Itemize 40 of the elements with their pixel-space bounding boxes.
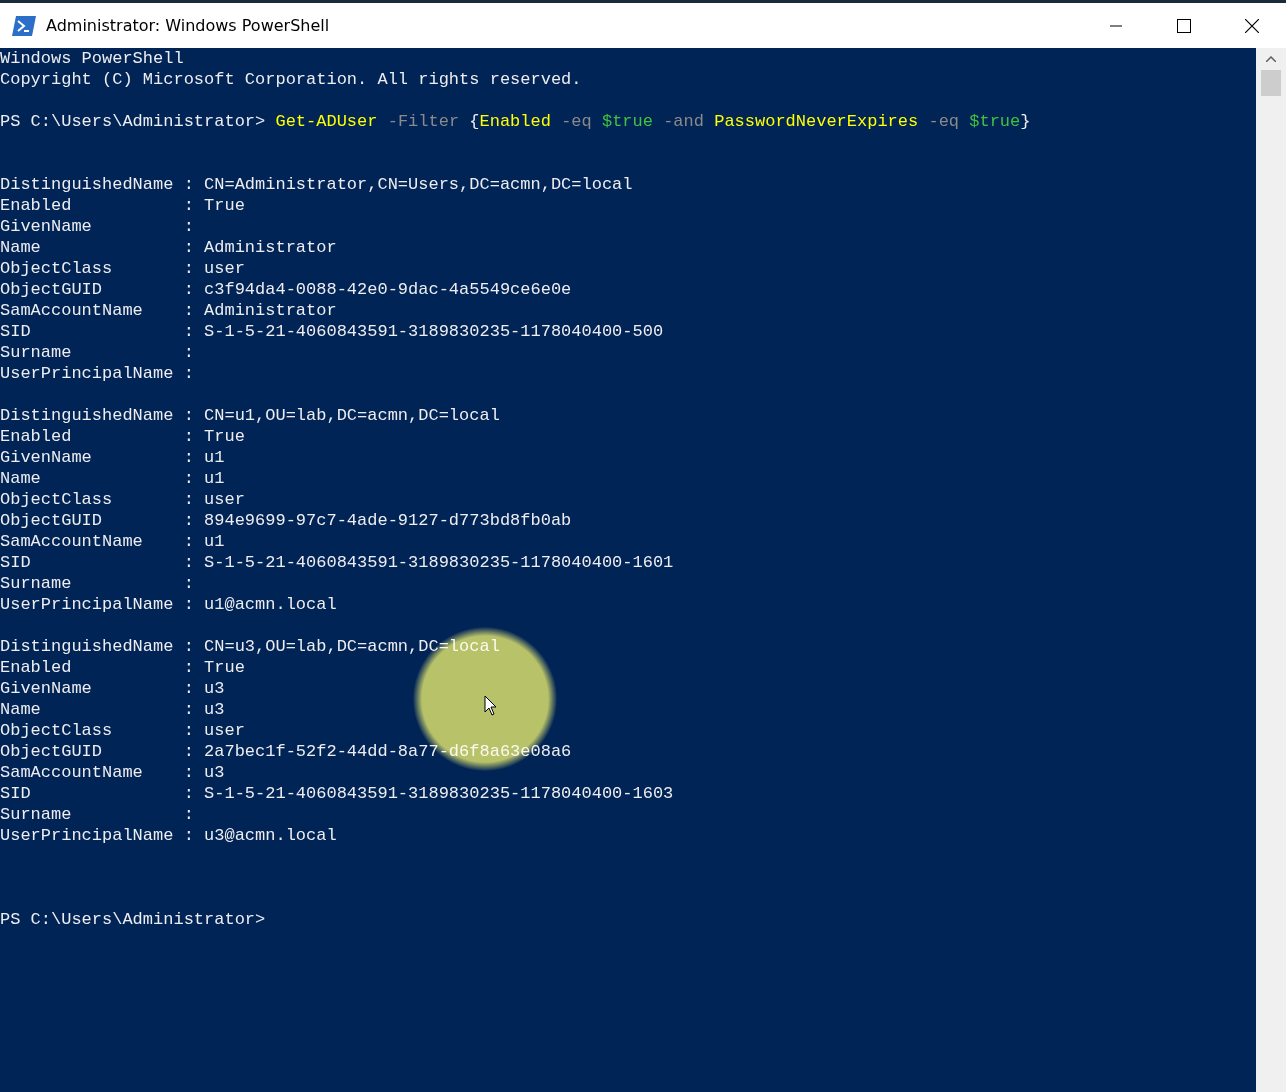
property-line: Enabled : True (0, 426, 245, 447)
property-line: DistinguishedName : CN=u1,OU=lab,DC=acmn,DC=local (0, 405, 500, 426)
property-line: SamAccountName : u1 (0, 531, 225, 552)
scroll-up-icon[interactable] (1266, 56, 1276, 62)
property-line: UserPrincipalName : u1@acmn.local (0, 594, 337, 615)
property-line: SID : S-1-5-21-4060843591-3189830235-1178040400-1603 (0, 783, 674, 804)
property-line: Surname : (0, 573, 194, 594)
maximize-icon (1177, 18, 1191, 33)
banner-line: Copyright (C) Microsoft Corporation. All rights reserved. (0, 69, 582, 90)
property-line: Surname : (0, 804, 194, 825)
property-line: GivenName : u1 (0, 447, 225, 468)
property-line: SID : S-1-5-21-4060843591-3189830235-1178040400-1601 (0, 552, 674, 573)
property-line: ObjectClass : user (0, 720, 245, 741)
property-line: Name : u1 (0, 468, 225, 489)
property-line: UserPrincipalName : u3@acmn.local (0, 825, 337, 846)
scroll-thumb[interactable] (1261, 70, 1281, 96)
property-line: Enabled : True (0, 657, 245, 678)
prompt-line: PS C:\Users\Administrator> (0, 909, 266, 930)
powershell-icon (12, 15, 36, 36)
property-line: Surname : (0, 342, 194, 363)
property-line: ObjectGUID : c3f94da4-0088-42e0-9dac-4a5549ce6e0e (0, 279, 572, 300)
property-line: Name : u3 (0, 699, 225, 720)
property-line: GivenName : u3 (0, 678, 225, 699)
property-line: UserPrincipalName : (0, 363, 194, 384)
property-line: ObjectClass : user (0, 258, 245, 279)
property-line: SID : S-1-5-21-4060843591-3189830235-1178040400-500 (0, 321, 664, 342)
property-line: ObjectClass : user (0, 489, 245, 510)
property-line: GivenName : (0, 216, 194, 237)
command-line: PS C:\Users\Administrator> Get-ADUser -Filter {Enabled -eq $true -and PasswordNeverExpires -eq $true} (0, 111, 1031, 132)
property-line: DistinguishedName : CN=Administrator,CN=Users,DC=acmn,DC=local (0, 174, 633, 195)
property-line: SamAccountName : Administrator (0, 300, 337, 321)
property-line: SamAccountName : u3 (0, 762, 225, 783)
window-title: Administrator: Windows PowerShell (46, 16, 331, 35)
banner-line: Windows PowerShell (0, 48, 184, 69)
mouse-pointer-icon (484, 695, 498, 717)
property-line: ObjectGUID : 894e9699-97c7-4ade-9127-d773bd8fb0ab (0, 510, 572, 531)
property-line: Name : Administrator (0, 237, 337, 258)
property-line: Enabled : True (0, 195, 245, 216)
close-icon (1245, 18, 1259, 33)
scrollbar[interactable] (1256, 48, 1286, 1092)
